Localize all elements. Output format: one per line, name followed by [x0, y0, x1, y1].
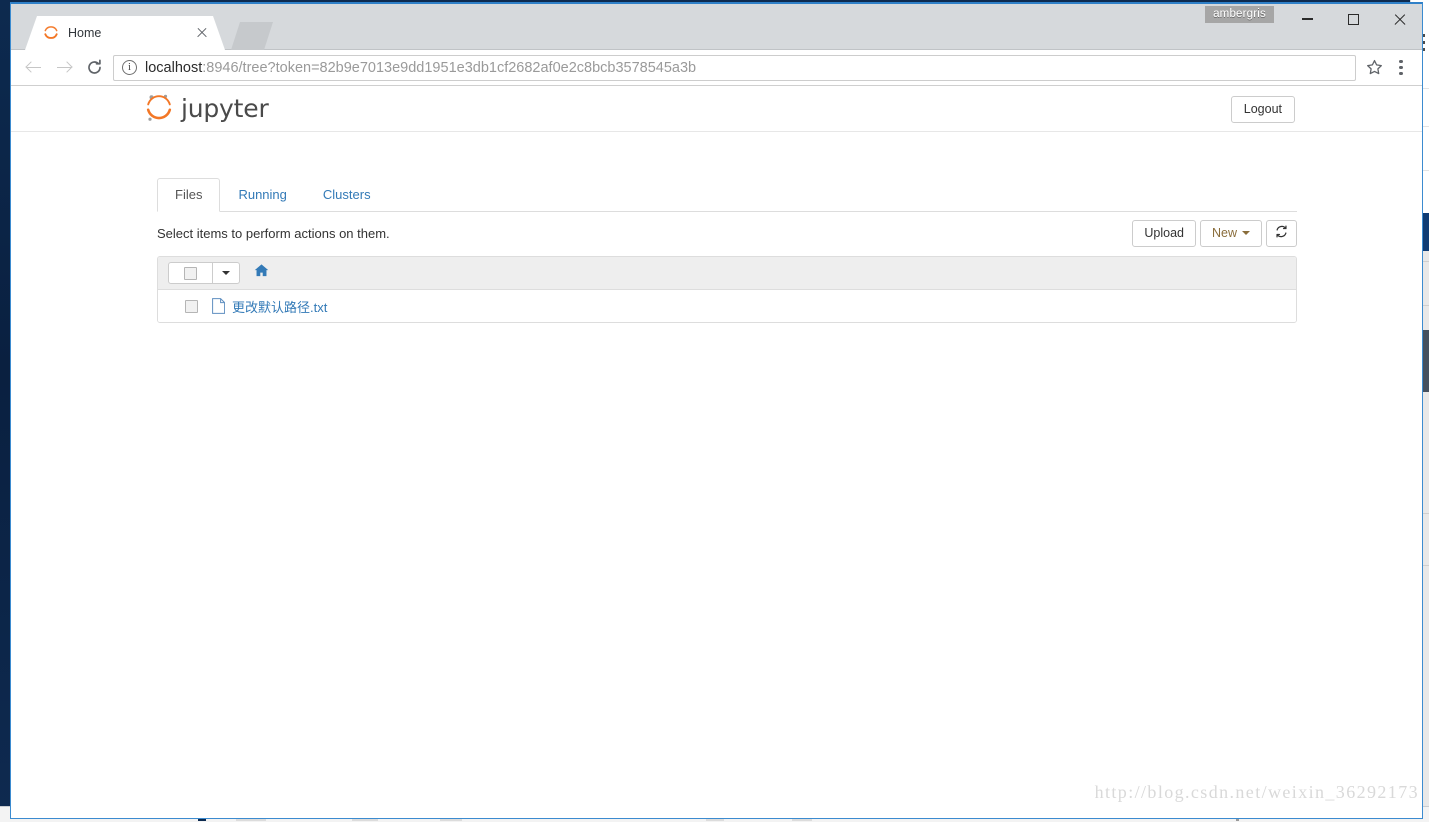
jupyter-main-container: Files Running Clusters Select items to p…	[157, 178, 1297, 323]
new-button-label: New	[1211, 226, 1237, 240]
tab-close-icon[interactable]	[193, 24, 211, 42]
jupyter-logo-icon	[145, 93, 173, 123]
jupyter-favicon	[43, 25, 59, 41]
select-all-dropdown-button[interactable]	[213, 263, 239, 283]
file-list-toolbar	[158, 257, 1296, 290]
checkbox-glyph	[184, 266, 197, 280]
page-viewport: jupyter Logout Files Running Clusters Se…	[11, 86, 1422, 818]
info-circle-icon[interactable]	[122, 60, 137, 75]
maximize-icon[interactable]	[1330, 4, 1376, 34]
new-tab-icon[interactable]	[231, 22, 273, 50]
watermark-url: http://blog.csdn.net/weixin_36292173	[1094, 782, 1419, 802]
reload-button[interactable]	[79, 53, 109, 83]
window-close-icon[interactable]	[1376, 4, 1422, 34]
refresh-button[interactable]	[1266, 220, 1297, 247]
browser-titlebar: Home ambergris	[11, 4, 1422, 50]
url-path: :8946/tree?token=82b9e7013e9dd1951e3db1c…	[202, 59, 697, 76]
jupyter-tabs: Files Running Clusters	[157, 178, 1297, 212]
browser-tab-title: Home	[68, 26, 102, 40]
file-list: 更改默认路径.txt	[157, 256, 1297, 323]
tab-files[interactable]: Files	[157, 178, 221, 212]
breadcrumb[interactable]	[254, 263, 269, 283]
arrow-right-icon	[55, 59, 73, 77]
chevron-down-icon	[222, 271, 230, 275]
jupyter-logo-link[interactable]: jupyter	[145, 93, 269, 123]
select-items-hint: Select items to perform actions on them.	[157, 226, 390, 241]
minimize-icon[interactable]	[1284, 4, 1330, 34]
chevron-down-icon	[1242, 231, 1250, 235]
tab-running[interactable]: Running	[220, 178, 304, 212]
new-button[interactable]: New	[1199, 220, 1262, 247]
reload-icon	[86, 59, 103, 76]
url-host: localhost	[145, 59, 203, 76]
tab-clusters-label[interactable]: Clusters	[305, 178, 389, 212]
home-icon[interactable]	[254, 263, 269, 283]
browser-toolbar: localhost:8946/tree?token=82b9e7013e9dd1…	[11, 50, 1422, 86]
action-row: Select items to perform actions on them.…	[157, 212, 1297, 256]
select-all-group	[168, 262, 240, 284]
forward-button[interactable]	[49, 53, 79, 83]
refresh-icon	[1275, 225, 1288, 241]
logout-button[interactable]: Logout	[1230, 96, 1295, 123]
bookmark-star-icon[interactable]	[1360, 54, 1388, 82]
session-badge: ambergris	[1205, 6, 1274, 23]
tab-clusters[interactable]: Clusters	[305, 178, 389, 212]
chrome-browser-window: Home ambergris i localhost:8946/tree?tok…	[10, 2, 1423, 819]
table-row[interactable]: 更改默认路径.txt	[158, 290, 1296, 322]
three-dot-menu-icon[interactable]	[1388, 54, 1414, 82]
browser-tab-home[interactable]: Home	[25, 16, 225, 50]
jupyter-header: jupyter Logout	[11, 86, 1422, 132]
row-checkbox[interactable]	[185, 299, 198, 313]
file-name-link[interactable]: 更改默认路径.txt	[232, 297, 327, 316]
jupyter-logo-text: jupyter	[181, 93, 269, 123]
select-all-checkbox[interactable]	[169, 263, 213, 283]
upload-button[interactable]: Upload	[1132, 220, 1196, 247]
window-controls	[1284, 4, 1422, 50]
text-file-icon	[212, 298, 225, 314]
arrow-left-icon	[25, 59, 43, 77]
back-button[interactable]	[19, 53, 49, 83]
tab-running-label[interactable]: Running	[220, 178, 304, 212]
file-action-buttons: Upload New	[1132, 220, 1297, 247]
address-bar[interactable]: localhost:8946/tree?token=82b9e7013e9dd1…	[113, 54, 1356, 81]
url-text: localhost:8946/tree?token=82b9e7013e9dd1…	[145, 60, 696, 76]
tab-files-label[interactable]: Files	[157, 178, 221, 212]
